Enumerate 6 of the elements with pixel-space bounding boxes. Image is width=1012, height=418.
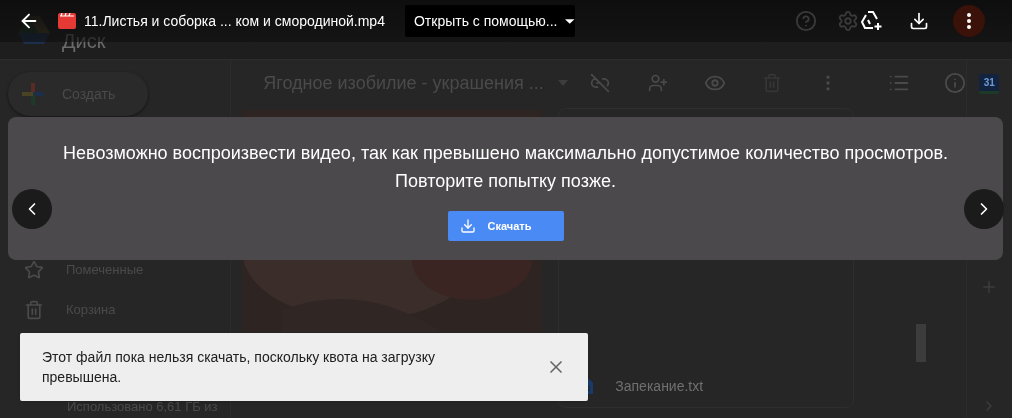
error-message: Невозможно воспроизвести видео, так как превышено максимально допустимое количество просмотров. (63, 142, 948, 165)
error-message: Повторите попытку позже. (395, 170, 616, 193)
file-title: 11.Листья и соборка ... ком и смородиной.mp4 (84, 11, 385, 31)
file-name: Запекание.txt (615, 377, 704, 396)
app-name: Диск (62, 30, 106, 51)
toast-message: Этот файл пока нельзя скачать, поскольку квота на загрузку превышена. (42, 348, 436, 387)
